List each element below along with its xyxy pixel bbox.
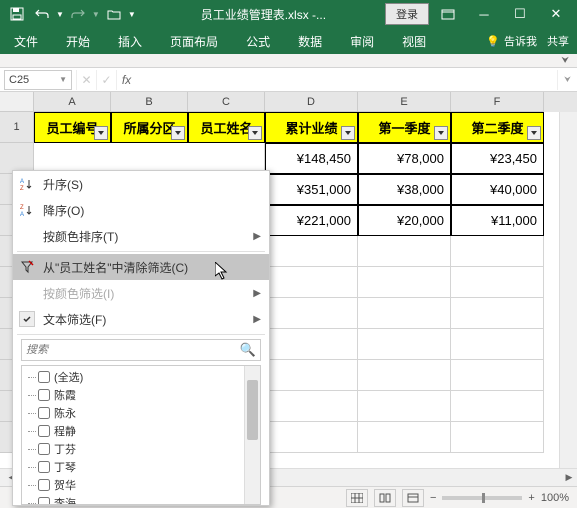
filter-search[interactable]: 🔍 <box>21 339 261 361</box>
col-header[interactable]: B <box>111 92 188 112</box>
vertical-scrollbar[interactable] <box>559 112 577 468</box>
cancel-icon[interactable]: ✕ <box>76 70 96 90</box>
redo-icon[interactable] <box>67 3 89 25</box>
cell[interactable]: ¥23,450 <box>451 143 544 174</box>
open-icon[interactable] <box>103 3 125 25</box>
cell[interactable]: ¥11,000 <box>451 205 544 236</box>
page-break-view-icon[interactable] <box>402 489 424 507</box>
tab-layout[interactable]: 页面布局 <box>164 29 224 54</box>
table-header[interactable]: 第二季度 <box>451 112 544 143</box>
undo-icon[interactable] <box>31 3 53 25</box>
checkmark-icon <box>19 311 35 327</box>
search-icon: 🔍 <box>240 342 256 358</box>
bulb-icon: 💡 <box>486 35 500 48</box>
clear-filter-icon <box>19 259 35 275</box>
tab-file[interactable]: 文件 <box>8 29 44 54</box>
text-filter[interactable]: 文本筛选(F)▶ <box>13 306 269 332</box>
col-header[interactable]: E <box>358 92 451 112</box>
tell-me[interactable]: 💡告诉我 <box>486 33 537 49</box>
filter-dropdown-icon[interactable] <box>248 126 262 140</box>
cell[interactable]: ¥20,000 <box>358 205 451 236</box>
cell[interactable]: ¥38,000 <box>358 174 451 205</box>
table-header[interactable]: 员工姓名 <box>188 112 265 143</box>
tab-data[interactable]: 数据 <box>292 29 328 54</box>
filter-dropdown-icon[interactable] <box>341 126 355 140</box>
maximize-icon[interactable]: ☐ <box>503 1 537 27</box>
table-header[interactable]: 所属分区 <box>111 112 188 143</box>
select-all-cell[interactable] <box>0 92 34 112</box>
page-layout-view-icon[interactable] <box>374 489 396 507</box>
svg-text:Z: Z <box>20 186 24 191</box>
fx-button[interactable]: fx <box>116 70 136 90</box>
ribbon-collapse-bar[interactable]: ⮟ <box>0 54 577 68</box>
window-title: 员工业绩管理表.xlsx -... <box>142 6 385 23</box>
svg-text:A: A <box>20 179 24 185</box>
filter-dropdown-icon[interactable] <box>527 126 541 140</box>
name-box[interactable]: C25▼ <box>4 70 72 90</box>
titlebar: ▼ ▼ ▼ 员工业绩管理表.xlsx -... 登录 ─ ☐ ✕ <box>0 0 577 28</box>
zoom-slider[interactable] <box>442 496 522 500</box>
filter-context-menu: AZ 升序(S) ZA 降序(O) 按颜色排序(T)▶ 从"员工姓名"中清除筛选… <box>12 170 270 506</box>
cell[interactable]: ¥221,000 <box>265 205 358 236</box>
filter-item[interactable]: (全选) <box>24 368 258 386</box>
share-button[interactable]: 共享 <box>547 33 569 49</box>
tab-view[interactable]: 视图 <box>396 29 432 54</box>
confirm-icon[interactable]: ✓ <box>96 70 116 90</box>
col-header[interactable]: D <box>265 92 358 112</box>
col-header[interactable]: F <box>451 92 544 112</box>
zoom-in-icon[interactable]: + <box>528 492 534 504</box>
filter-dropdown-icon[interactable] <box>434 126 448 140</box>
zoom-out-icon[interactable]: − <box>430 492 436 504</box>
cell[interactable]: ¥78,000 <box>358 143 451 174</box>
minimize-icon[interactable]: ─ <box>467 1 501 27</box>
zoom-level[interactable]: 100% <box>541 492 569 504</box>
svg-text:A: A <box>20 212 24 217</box>
tab-home[interactable]: 开始 <box>60 29 96 54</box>
ribbon-display-icon[interactable] <box>431 1 465 27</box>
filter-item[interactable]: 陈霞 <box>24 386 258 404</box>
tab-insert[interactable]: 插入 <box>112 29 148 54</box>
ribbon-tabs: 文件 开始 插入 页面布局 公式 数据 审阅 视图 💡告诉我 共享 <box>0 28 577 54</box>
clear-filter[interactable]: 从"员工姓名"中清除筛选(C) <box>13 254 269 280</box>
close-icon[interactable]: ✕ <box>539 1 573 27</box>
scroll-right-icon[interactable]: ▶ <box>561 472 577 483</box>
filter-item[interactable]: 丁琴 <box>24 458 258 476</box>
table-header[interactable]: 第一季度 <box>358 112 451 143</box>
expand-formula-icon[interactable]: ⮟ <box>557 70 577 90</box>
cell[interactable]: ¥351,000 <box>265 174 358 205</box>
svg-text:Z: Z <box>20 205 24 211</box>
col-header[interactable]: A <box>34 92 111 112</box>
login-button[interactable]: 登录 <box>385 3 429 25</box>
table-header[interactable]: 员工编号 <box>34 112 111 143</box>
filter-scrollbar[interactable] <box>244 366 260 504</box>
cell[interactable]: ¥148,450 <box>265 143 358 174</box>
table-header[interactable]: 累计业绩 <box>265 112 358 143</box>
sort-desc-icon: ZA <box>19 202 35 218</box>
cell[interactable]: ¥40,000 <box>451 174 544 205</box>
filter-item[interactable]: 丁芬 <box>24 440 258 458</box>
row-header[interactable]: 1 <box>0 112 34 143</box>
search-input[interactable] <box>26 344 240 356</box>
filter-item[interactable]: 程静 <box>24 422 258 440</box>
tab-formulas[interactable]: 公式 <box>240 29 276 54</box>
normal-view-icon[interactable] <box>346 489 368 507</box>
sort-ascending[interactable]: AZ 升序(S) <box>13 171 269 197</box>
save-icon[interactable] <box>6 3 28 25</box>
filter-item[interactable]: 陈永 <box>24 404 258 422</box>
filter-item[interactable]: 贺华 <box>24 476 258 494</box>
filter-dropdown-icon[interactable] <box>94 126 108 140</box>
filter-dropdown-icon[interactable] <box>171 126 185 140</box>
filter-by-color: 按颜色筛选(I)▶ <box>13 280 269 306</box>
formula-bar: C25▼ ✕ ✓ fx ⮟ <box>0 68 577 92</box>
sort-by-color[interactable]: 按颜色排序(T)▶ <box>13 223 269 249</box>
tab-review[interactable]: 审阅 <box>344 29 380 54</box>
sort-descending[interactable]: ZA 降序(O) <box>13 197 269 223</box>
filter-item[interactable]: 李海 <box>24 494 258 505</box>
filter-value-list[interactable]: (全选) 陈霞 陈永 程静 丁芬 丁琴 贺华 李海 廖嘉 刘敏 <box>21 365 261 505</box>
sort-asc-icon: AZ <box>19 176 35 192</box>
col-header[interactable]: C <box>188 92 265 112</box>
